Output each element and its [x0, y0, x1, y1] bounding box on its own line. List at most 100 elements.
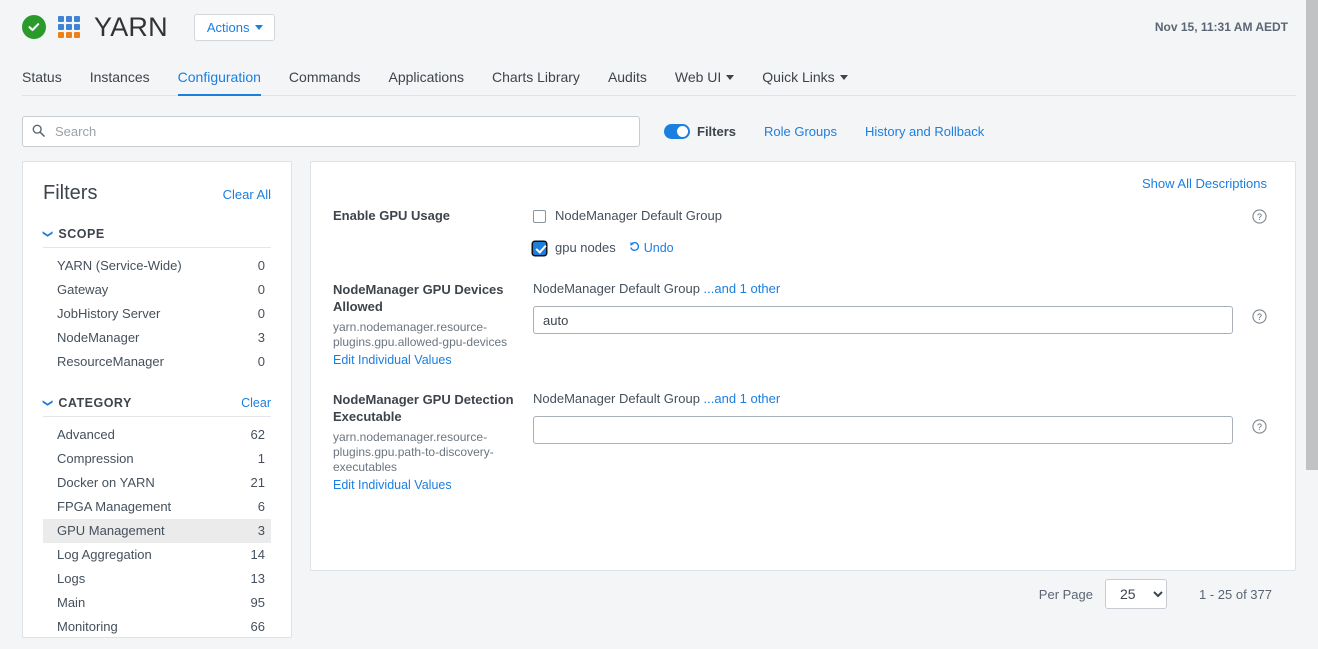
- config-input-gpu-detection-executable[interactable]: [533, 416, 1233, 444]
- show-all-descriptions-link[interactable]: Show All Descriptions: [1142, 176, 1267, 191]
- tab-instances[interactable]: Instances: [76, 70, 164, 96]
- checkbox-row-gpu-nodes[interactable]: gpu nodes Undo: [533, 239, 1233, 257]
- filter-item-gateway[interactable]: Gateway 0: [43, 278, 271, 302]
- filter-item-count: 66: [250, 619, 265, 634]
- filter-section-title: SCOPE: [58, 227, 105, 241]
- question-circle-icon[interactable]: ?: [1252, 209, 1267, 224]
- actions-button[interactable]: Actions: [193, 13, 276, 41]
- filter-item-compression[interactable]: Compression 1: [43, 447, 271, 471]
- checkbox-nodemanager-default-group[interactable]: [533, 209, 546, 223]
- config-label-block: NodeManager GPU Devices Allowed yarn.nod…: [333, 281, 533, 367]
- filter-item-logs[interactable]: Logs 13: [43, 567, 271, 591]
- chevron-down-icon: [255, 24, 264, 30]
- filter-item-label: NodeManager: [57, 330, 140, 345]
- clear-all-link[interactable]: Clear All: [223, 187, 271, 202]
- tab-status[interactable]: Status: [22, 70, 76, 96]
- role-groups-link[interactable]: Role Groups: [764, 124, 837, 139]
- tab-charts-library[interactable]: Charts Library: [478, 70, 594, 96]
- page-scrollbar-thumb[interactable]: [1306, 0, 1318, 470]
- tab-commands[interactable]: Commands: [275, 70, 375, 96]
- filter-item-advanced[interactable]: Advanced 62: [43, 423, 271, 447]
- and-1-other-link[interactable]: ...and 1 other: [704, 281, 781, 296]
- undo-arrow-icon: [629, 239, 640, 257]
- pagination-footer: Per Page 25 50 100 1 - 25 of 377: [310, 571, 1296, 609]
- filter-section-header[interactable]: ❯ SCOPE: [42, 227, 271, 248]
- tab-label: Configuration: [177, 69, 261, 85]
- filter-item-nodemanager[interactable]: NodeManager 3: [43, 326, 271, 350]
- filter-item-count: 14: [250, 547, 265, 562]
- actions-button-label: Actions: [206, 19, 250, 35]
- filter-item-count: 6: [257, 499, 265, 514]
- clock-label: Nov 15, 11:31 AM AEDT: [1154, 20, 1288, 34]
- undo-button[interactable]: Undo: [629, 239, 674, 257]
- filters-toggle-switch[interactable]: [664, 124, 690, 139]
- filter-item-label: Monitoring: [57, 619, 118, 634]
- filter-item-count: 62: [250, 427, 265, 442]
- checkbox-gpu-nodes[interactable]: [533, 241, 546, 255]
- config-group-label: NodeManager Default Group: [533, 391, 704, 406]
- tab-label: Instances: [89, 69, 150, 85]
- tab-applications[interactable]: Applications: [375, 70, 479, 96]
- clear-category-link[interactable]: Clear: [241, 396, 271, 410]
- filter-item-main[interactable]: Main 95: [43, 591, 271, 615]
- filter-item-log-aggregation[interactable]: Log Aggregation 14: [43, 543, 271, 567]
- question-circle-icon[interactable]: ?: [1252, 309, 1267, 324]
- config-input-gpu-devices-allowed[interactable]: [533, 306, 1233, 334]
- chevron-down-icon: ❯: [42, 229, 54, 239]
- edit-individual-values-link[interactable]: Edit Individual Values: [333, 353, 452, 367]
- filter-item-monitoring[interactable]: Monitoring 66: [43, 615, 271, 637]
- per-page-select[interactable]: 25 50 100: [1105, 579, 1167, 609]
- filter-section-header[interactable]: ❯ CATEGORY Clear: [42, 396, 271, 417]
- tab-configuration[interactable]: Configuration: [164, 70, 275, 96]
- and-1-other-link[interactable]: ...and 1 other: [704, 391, 781, 406]
- svg-text:?: ?: [1257, 422, 1262, 432]
- config-value-block: NodeManager Default Group ...and 1 other: [533, 391, 1267, 492]
- filter-item-yarn-service-wide[interactable]: YARN (Service-Wide) 0: [43, 254, 271, 278]
- filter-item-count: 0: [257, 354, 265, 369]
- filter-item-label: Compression: [57, 451, 134, 466]
- page-scrollbar[interactable]: [1304, 0, 1318, 649]
- config-row-enable-gpu-usage: Enable GPU Usage NodeManager Default Gro…: [333, 197, 1267, 271]
- config-name: NodeManager GPU Devices Allowed: [333, 282, 504, 314]
- checkbox-label: NodeManager Default Group: [555, 208, 722, 223]
- checkbox-row-nodemanager-default-group[interactable]: NodeManager Default Group: [533, 207, 1233, 225]
- tab-audits[interactable]: Audits: [594, 70, 661, 96]
- filter-item-fpga-management[interactable]: FPGA Management 6: [43, 495, 271, 519]
- scope-filter-list: YARN (Service-Wide) 0 Gateway 0 JobHisto…: [43, 254, 271, 374]
- chevron-down-icon: [726, 74, 735, 80]
- tab-label: Web UI: [674, 69, 722, 85]
- history-and-rollback-link[interactable]: History and Rollback: [865, 124, 984, 139]
- filter-item-gpu-management[interactable]: GPU Management 3: [43, 519, 271, 543]
- question-circle-icon[interactable]: ?: [1252, 419, 1267, 434]
- filter-item-count: 0: [257, 258, 265, 273]
- app-header: YARN Actions Nov 15, 11:31 AM AEDT: [0, 0, 1318, 54]
- filter-item-label: JobHistory Server: [57, 306, 161, 321]
- tab-label: Commands: [288, 69, 361, 85]
- edit-individual-values-link[interactable]: Edit Individual Values: [333, 478, 452, 492]
- tab-label: Quick Links: [762, 69, 835, 85]
- tab-quick-links[interactable]: Quick Links: [748, 70, 861, 96]
- filter-item-count: 1: [257, 451, 265, 466]
- yarn-grid-icon: [58, 16, 80, 38]
- filter-item-jobhistory-server[interactable]: JobHistory Server 0: [43, 302, 271, 326]
- main-tabs: Status Instances Configuration Commands …: [0, 54, 1318, 96]
- filter-item-resourcemanager[interactable]: ResourceManager 0: [43, 350, 271, 374]
- filters-toggle[interactable]: Filters: [664, 124, 736, 139]
- config-name: Enable GPU Usage: [333, 208, 451, 223]
- filter-item-docker-on-yarn[interactable]: Docker on YARN 21: [43, 471, 271, 495]
- search-field-wrapper: [22, 116, 640, 147]
- tab-web-ui[interactable]: Web UI: [661, 70, 748, 96]
- filter-item-label: Gateway: [57, 282, 109, 297]
- filter-item-label: Advanced: [57, 427, 115, 442]
- filter-section-scope: ❯ SCOPE YARN (Service-Wide) 0 Gateway 0 …: [42, 227, 271, 374]
- filter-item-count: 0: [257, 282, 265, 297]
- search-toolbar: Filters Role Groups History and Rollback: [0, 96, 1318, 147]
- search-input[interactable]: [22, 116, 640, 147]
- filter-item-count: 95: [250, 595, 265, 610]
- config-value-block: NodeManager Default Group gpu nodes Undo: [533, 207, 1267, 257]
- filter-item-count: 13: [250, 571, 265, 586]
- filters-header: Filters Clear All: [43, 162, 271, 221]
- filter-item-label: Docker on YARN: [57, 475, 155, 490]
- config-row-gpu-devices-allowed: NodeManager GPU Devices Allowed yarn.nod…: [333, 271, 1267, 381]
- config-label-block: NodeManager GPU Detection Executable yar…: [333, 391, 533, 492]
